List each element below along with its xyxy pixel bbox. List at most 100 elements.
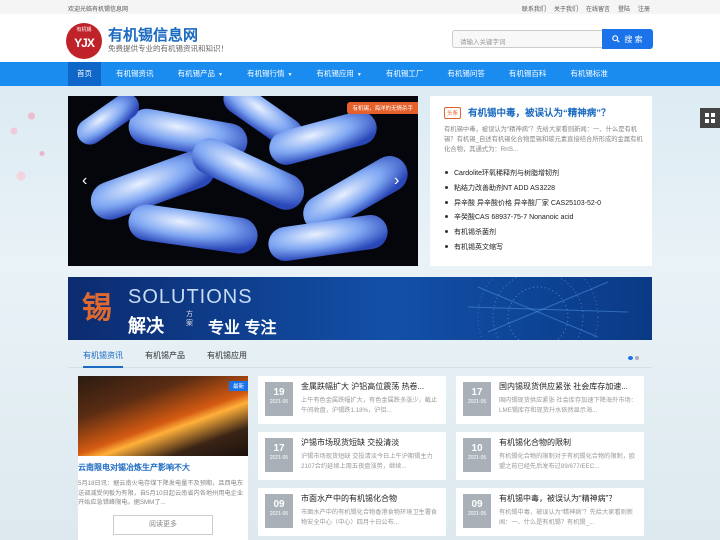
search-button[interactable]: 搜 索	[602, 29, 653, 49]
search-button-label: 搜 索	[624, 34, 643, 44]
site-header: 有机锡 YJX 有机锡信息网 免费提供专业的有机锡资讯和知识！ 请输入关键字词 …	[0, 14, 720, 62]
headline-list-item[interactable]: 粘结力改善助剂NT ADD AS3228	[444, 183, 601, 198]
solutions-zy: 专业 专注	[208, 320, 277, 337]
site-logo[interactable]: 有机锡 YJX	[66, 23, 102, 59]
nav-item-label: 有机锡工厂	[385, 69, 424, 78]
caret-down-icon: ▼	[218, 72, 223, 78]
news-card[interactable]: 17 2021-05 沪锡市场现货短缺 交投清淡 沪锡市场现货短缺 交投清淡今日上午沪…	[258, 432, 446, 480]
nav-item-label: 有机锡百科	[508, 69, 547, 78]
top-bar: 欢迎光临有机锡信息网 联系我们 关于我们 在线留言 登陆 注册	[0, 0, 720, 14]
solutions-banner[interactable]: 锡 SOLUTIONS 解决 方案 专业 专注	[68, 277, 652, 340]
news-card-summary: 国内锡现货供应紧张 社会库存加速下降海外市场：LME锡库存和现货升水依然显示海.…	[499, 397, 637, 414]
news-card[interactable]: 09 2021-05 有机锡中毒，被误认为“精神病”？ 有机锡中毒，被误认为“精神病”…	[456, 488, 644, 536]
feature-badge: 最新	[228, 381, 248, 391]
banner-slider[interactable]: 有机锡，海洋的无情杀手 ‹ ›	[68, 96, 418, 266]
date-day: 10	[471, 443, 483, 454]
tab-products[interactable]: 有机锡产品	[145, 350, 185, 361]
date-day: 09	[471, 499, 483, 510]
feature-title[interactable]: 云南限电对锡冶炼生产影响不大	[78, 462, 190, 473]
content-tabs: 有机锡资讯 有机锡产品 有机锡应用	[68, 346, 652, 368]
headline-title[interactable]: 有机锡中毒，被误认为“精神病”？	[468, 105, 611, 119]
nav-item[interactable]: 有机锡行情 ▼	[238, 62, 301, 86]
site-slogan: 免费提供专业的有机锡资讯和知识！	[108, 44, 228, 53]
nav-item-label: 有机锡标准	[570, 69, 608, 78]
news-card[interactable]: 17 2021-05 国内锡现货供应紧张 社会库存加速... 国内锡现货供应紧张 社会…	[456, 376, 644, 424]
dot[interactable]	[635, 356, 639, 360]
date-year-month: 2021-05	[467, 511, 487, 517]
nav-item[interactable]: 有机锡标准	[561, 62, 617, 86]
news-card-title[interactable]: 金属跌幅扩大 沪铝高位震荡 热卷...	[301, 381, 441, 392]
nav-item-label: 有机锡资讯	[116, 69, 154, 78]
read-more-button[interactable]: 阅读更多	[113, 515, 213, 535]
news-card-summary: 上午有色金属跌幅扩大，有色金属跌多涨少，截止午间收盘，沪锡跌1.18%，沪铝..…	[301, 397, 438, 414]
headline-list-item[interactable]: Cardolite环氧稀释剂与树脂增韧剂	[444, 168, 601, 183]
date-block: 09 2021-05	[463, 494, 491, 528]
nav-item[interactable]: 有机锡问答	[438, 62, 494, 86]
news-card-summary: 有机锡化合物的限制对于有机锡化合物的限制，欧盟之前已经先后发布过89/677/E…	[499, 453, 636, 470]
main-nav: 首页 有机锡资讯 有机锡产品 ▼ 有机锡行情 ▼ 有机锡应用 ▼ 有机锡工厂 有机锡问答 有机锡百科…	[0, 62, 720, 86]
search-input[interactable]: 请输入关键字词	[452, 30, 602, 48]
date-block: 19 2021-05	[265, 382, 293, 416]
bacteria-image	[68, 96, 418, 266]
news-card-summary: 有机锡中毒，被误认为“精神病”？先给大家看则新闻：一、什么是有机锡？有机锡_..…	[499, 509, 634, 526]
feature-desc: 5月18日讯：据云南火电存煤下降发电量不及预期，且西电东送调减受伺板为有限，自5…	[78, 480, 244, 506]
date-block: 10 2021-05	[463, 438, 491, 472]
blossom-decoration	[0, 86, 70, 236]
grid-menu-icon[interactable]	[700, 108, 720, 128]
headline-list-item[interactable]: 有机锡英文缩写	[444, 242, 601, 257]
headline-desc: 有机锡中毒，被误认为“精神病”？先给大家看则新闻：一、什么是有机锡？有机锡_自述…	[444, 126, 643, 153]
caret-down-icon: ▼	[356, 72, 362, 78]
solutions-fa: 方案	[186, 311, 193, 327]
headline-list: Cardolite环氧稀释剂与树脂增韧剂 粘结力改善助剂NT ADD AS3228…	[444, 168, 601, 257]
headline-list-item[interactable]: 异辛酸 异辛酸价格 异辛酸厂家 CAS25103-52-0	[444, 198, 601, 213]
banner-tag: 有机锡，海洋的无情杀手	[347, 102, 418, 114]
top-links: 联系我们 关于我们 在线留言 登陆 注册	[522, 4, 650, 13]
nav-list: 首页 有机锡资讯 有机锡产品 ▼ 有机锡行情 ▼ 有机锡应用 ▼ 有机锡工厂 有机锡问答 有机锡百科…	[68, 62, 623, 86]
tab-applications[interactable]: 有机锡应用	[207, 350, 247, 361]
message-link[interactable]: 在线留言	[586, 4, 610, 13]
headline-list-item[interactable]: 辛癸酸CAS 68937-75-7 Nonanoic acid	[444, 212, 601, 227]
site-name[interactable]: 有机锡信息网	[108, 24, 198, 45]
news-card[interactable]: 19 2021-05 金属跌幅扩大 沪铝高位震荡 热卷... 上午有色金属跌幅扩大，有…	[258, 376, 446, 424]
contact-link[interactable]: 联系我们	[522, 4, 546, 13]
dot-active[interactable]	[628, 356, 633, 360]
news-card-title[interactable]: 沪锡市场现货短缺 交投清淡	[301, 437, 441, 448]
nav-item-label: 有机锡产品	[177, 69, 216, 78]
nav-item[interactable]: 有机锡产品 ▼	[169, 62, 232, 86]
news-card-summary: 市面水产中的有机锡化合物香港食物环境卫生署食物安全中心（中心）四月十日公布...	[301, 509, 438, 526]
headline-list-item[interactable]: 有机锡杀菌剂	[444, 227, 601, 242]
login-link[interactable]: 登陆	[618, 4, 630, 13]
nav-item[interactable]: 有机锡应用 ▼	[307, 62, 370, 86]
feature-image[interactable]	[78, 376, 248, 456]
nav-item[interactable]: 有机锡资讯	[107, 62, 163, 86]
logo-small-text: 有机锡	[76, 27, 92, 33]
solutions-cn: 解决	[128, 316, 164, 336]
news-card[interactable]: 09 2021-05 市面水产中的有机锡化合物市面水产中的有机锡化合物香港食物环境卫…	[258, 488, 446, 536]
news-card-summary: 沪锡市场现货短缺 交投清淡今日上午沪期锡主力2107合约延续上周五夜盘涨势，继续…	[301, 453, 433, 470]
news-card-title[interactable]: 有机锡化合物的限制	[499, 437, 639, 448]
nav-item-label: 有机锡问答	[447, 69, 485, 78]
news-card-title[interactable]: 国内锡现货供应紧张 社会库存加速...	[499, 381, 639, 392]
nav-item[interactable]: 有机锡工厂	[377, 62, 433, 86]
news-card-title[interactable]: 市面水产中的有机锡化合物	[301, 493, 441, 504]
date-day: 09	[273, 499, 285, 510]
slider-dots	[628, 356, 639, 360]
feature-article: 最新 云南限电对锡冶炼生产影响不大 5月18日讯：据云南火电存煤下降发电量不及预…	[78, 376, 248, 540]
nav-item[interactable]: 首页	[68, 62, 101, 86]
tab-news[interactable]: 有机锡资讯	[83, 350, 123, 368]
solutions-char: 锡	[82, 292, 112, 325]
next-arrow-icon[interactable]: ›	[394, 172, 399, 190]
date-block: 09 2021-05	[265, 494, 293, 528]
date-year-month: 2021-05	[269, 399, 289, 405]
prev-arrow-icon[interactable]: ‹	[82, 172, 87, 190]
about-link[interactable]: 关于我们	[554, 4, 578, 13]
nav-item[interactable]: 有机锡百科	[500, 62, 556, 86]
date-block: 17 2021-05	[463, 382, 491, 416]
news-card-title[interactable]: 有机锡中毒，被误认为“精神病”？	[499, 493, 639, 504]
date-year-month: 2021-05	[467, 455, 487, 461]
news-card[interactable]: 10 2021-05 有机锡化合物的限制有机锡化合物的限制对于有机锡化合物的限制，欧…	[456, 432, 644, 480]
caret-down-icon: ▼	[287, 72, 293, 78]
nav-item-label: 有机锡行情	[246, 69, 285, 78]
register-link[interactable]: 注册	[638, 4, 650, 13]
date-day: 19	[273, 387, 285, 398]
